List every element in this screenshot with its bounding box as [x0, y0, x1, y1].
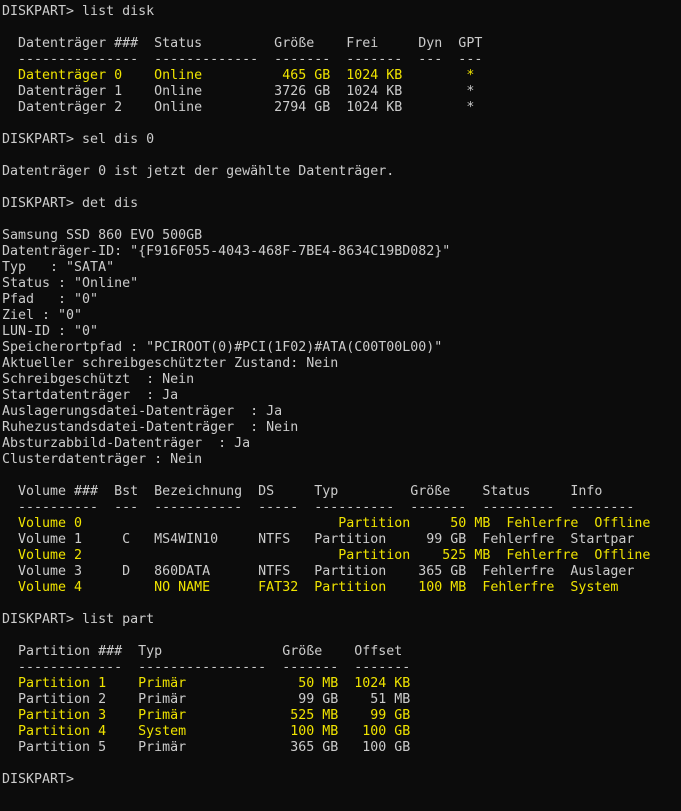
terminal-line: Datenträger 0 ist jetzt der gewählte Dat… — [2, 164, 395, 179]
terminal-line: DISKPART> det dis — [2, 196, 139, 211]
terminal-line: Partition 2 Primär 99 GB 51 MB — [2, 692, 411, 707]
terminal-line: Datenträger 0 Online 465 GB 1024 KB * — [2, 68, 475, 83]
terminal-line: Partition 3 Primär 525 MB 99 GB — [2, 708, 411, 723]
terminal-line: ---------- --- ----------- ----- -------… — [2, 500, 635, 515]
terminal-line: Datenträger 2 Online 2794 GB 1024 KB * — [2, 100, 475, 115]
terminal-line: Volume 4 NO NAME FAT32 Partition 100 MB … — [2, 580, 619, 595]
command-prompt[interactable]: DISKPART> — [2, 772, 681, 788]
terminal-line: Datenträger 1 Online 3726 GB 1024 KB * — [2, 84, 475, 99]
terminal-line: Volume 3 D 860DATA NTFS Partition 365 GB… — [2, 564, 635, 579]
terminal-line: Startdatenträger : Ja — [2, 388, 179, 403]
terminal-line: Schreibgeschützt : Nein — [2, 372, 195, 387]
terminal-line: Ruhezustandsdatei-Datenträger : Nein — [2, 420, 299, 435]
terminal-line: DISKPART> list disk — [2, 4, 155, 19]
terminal-line: Speicherortpfad : "PCIROOT(0)#PCI(1F02)#… — [2, 340, 443, 355]
terminal-line: Volume 2 Partition 525 MB Fehlerfre Offl… — [2, 548, 651, 563]
terminal-line: Datenträger ### Status Größe Frei Dyn GP… — [2, 36, 483, 51]
terminal-line: Volume ### Bst Bezeichnung DS Typ Größe … — [2, 484, 603, 499]
terminal-line: Absturzabbild-Datenträger : Ja — [2, 436, 251, 451]
terminal-line: Partition 4 System 100 MB 100 GB — [2, 724, 411, 739]
terminal-line: Status : "Online" — [2, 276, 139, 291]
terminal-line: Partition 5 Primär 365 GB 100 GB — [2, 740, 411, 755]
terminal-line: DISKPART> sel dis 0 — [2, 132, 155, 147]
terminal-line: Partition 1 Primär 50 MB 1024 KB — [2, 676, 411, 691]
terminal-line: Datenträger-ID: "{F916F055-4043-468F-7BE… — [2, 244, 451, 259]
terminal-line: Volume 1 C MS4WIN10 NTFS Partition 99 GB… — [2, 532, 635, 547]
terminal-line: Clusterdatenträger : Nein — [2, 452, 203, 467]
terminal-line: ------------- ---------------- ------- -… — [2, 660, 411, 675]
terminal-line: Aktueller schreibgeschützter Zustand: Ne… — [2, 356, 339, 371]
terminal-line: Typ : "SATA" — [2, 260, 115, 275]
terminal-line: Volume 0 Partition 50 MB Fehlerfre Offli… — [2, 516, 651, 531]
terminal-output[interactable]: DISKPART> list disk Datenträger ### Stat… — [0, 0, 681, 811]
terminal-line: LUN-ID : "0" — [2, 324, 99, 339]
terminal-line: Samsung SSD 860 EVO 500GB — [2, 228, 203, 243]
terminal-line: Ziel : "0" — [2, 308, 83, 323]
terminal-line: Partition ### Typ Größe Offset — [2, 644, 403, 659]
terminal-line: Auslagerungsdatei-Datenträger : Ja — [2, 404, 283, 419]
terminal-line: --------------- ------------- ------- --… — [2, 52, 483, 67]
terminal-line: Pfad : "0" — [2, 292, 99, 307]
terminal-line: DISKPART> list part — [2, 612, 155, 627]
